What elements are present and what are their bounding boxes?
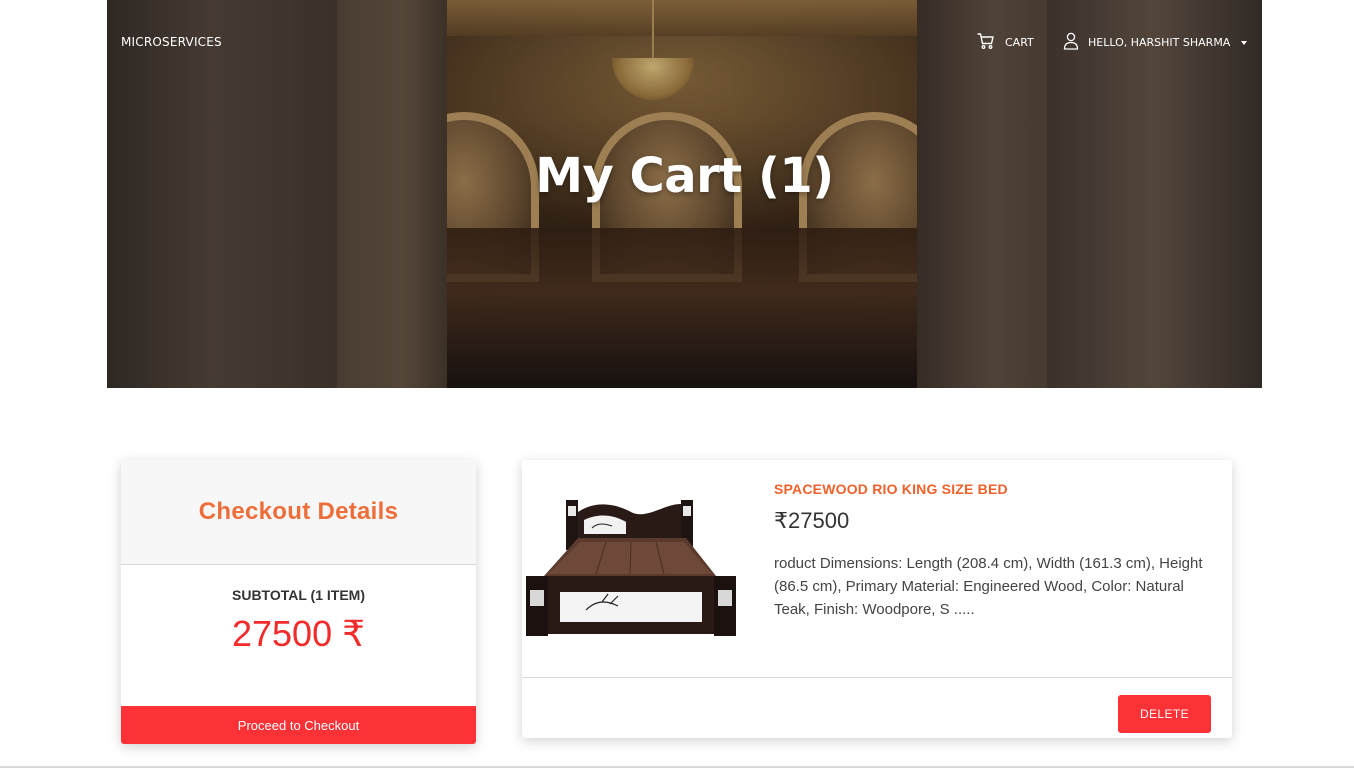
subtotal-label: SUBTOTAL (1 ITEM) [232,587,365,603]
delete-button[interactable]: DELETE [1118,695,1211,733]
proceed-to-checkout-button[interactable]: Proceed to Checkout [121,706,476,744]
brand-link[interactable]: MICROSERVICES [121,35,222,49]
nav-cart-label: CART [1005,36,1034,49]
user-icon [1063,32,1079,53]
cart-item-card: SPACEWOOD RIO KING SIZE BED ₹27500 roduc… [522,460,1232,738]
caret-down-icon [1241,40,1248,45]
page-title: My Cart (1) [535,148,834,204]
checkout-card: Checkout Details SUBTOTAL (1 ITEM) 27500… [121,460,476,744]
subtotal-value: 27500 ₹ [231,613,365,654]
checkout-header: Checkout Details [121,460,476,565]
product-image[interactable] [526,498,736,638]
product-description: roduct Dimensions: Length (208.4 cm), Wi… [774,555,1203,618]
product-name[interactable]: SPACEWOOD RIO KING SIZE BED [774,481,1008,497]
user-greeting: HELLO, HARSHIT SHARMA [1088,36,1231,49]
nav-cart-link[interactable]: CART [977,32,1034,53]
user-menu-toggle[interactable]: HELLO, HARSHIT SHARMA [1063,32,1248,53]
cart-icon [977,32,995,53]
divider [522,677,1232,678]
product-price: ₹27500 [774,508,850,533]
checkout-title: Checkout Details [198,498,399,525]
